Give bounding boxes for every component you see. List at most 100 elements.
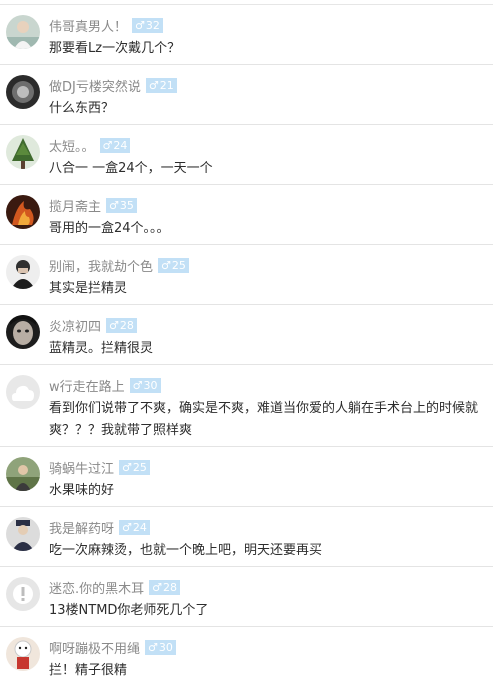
- age-label: 32: [145, 19, 160, 32]
- comment-text: 13楼NTMD你老师死几个了: [49, 603, 209, 618]
- username-link[interactable]: w行走在路上: [49, 380, 125, 395]
- gender-age-badge: ♂25: [158, 258, 189, 273]
- username-link[interactable]: 伟哥真男人！: [49, 20, 127, 35]
- comment-text: 吃一次麻辣烫，也就一个晚上吧，明天还要再买: [49, 543, 323, 558]
- comment-text: 看到你们说带了不爽，确实是不爽，难道当你爱的人躺在手术台上的时候就爽？？？我就带…: [49, 401, 479, 438]
- avatar[interactable]: [6, 255, 40, 289]
- male-icon: ♂: [122, 461, 132, 474]
- username-link[interactable]: 啊呀蹦极不用绳: [49, 642, 140, 657]
- avatar[interactable]: [6, 637, 40, 671]
- male-icon: ♂: [161, 259, 171, 272]
- avatar[interactable]: [6, 75, 40, 109]
- age-label: 24: [113, 139, 128, 152]
- tree-photo-icon: [6, 135, 40, 169]
- username-link[interactable]: 迷恋.你的黑木耳: [49, 582, 144, 597]
- age-label: 24: [132, 521, 147, 534]
- male-icon: ♂: [122, 521, 132, 534]
- comment-text: 其实是拦精灵: [49, 281, 128, 296]
- comment-header: 骑蜗牛过江 ♂25: [49, 457, 150, 477]
- username-link[interactable]: 做DJ亏楼突然说: [49, 80, 141, 95]
- face-photo-icon: [6, 315, 40, 349]
- male-icon: ♂: [148, 641, 158, 654]
- warning-avatar-icon: [6, 577, 40, 611]
- male-icon: ♂: [135, 19, 145, 32]
- person-photo-icon: [6, 15, 40, 49]
- avatar[interactable]: [6, 135, 40, 169]
- avatar[interactable]: [6, 315, 40, 349]
- figure-photo-icon: [6, 637, 40, 671]
- comment-item: 太短。。 ♂24 八合一 一盒24个，一天一个: [0, 125, 493, 185]
- comment-text: 八合一 一盒24个，一天一个: [49, 161, 213, 176]
- male-icon: ♂: [109, 319, 119, 332]
- avatar[interactable]: [6, 517, 40, 551]
- comment-text: 蓝精灵。拦精很灵: [49, 341, 154, 356]
- person-photo-icon: [6, 255, 40, 289]
- avatar[interactable]: [6, 15, 40, 49]
- comment-item: 揽月斋主 ♂35 哥用的一盒24个。。。: [0, 185, 493, 245]
- comment-header: w行走在路上 ♂30: [49, 375, 161, 395]
- comment-item: 我是解药呀 ♂24 吃一次麻辣烫，也就一个晚上吧，明天还要再买: [0, 507, 493, 567]
- comment-item: 迷恋.你的黑木耳 ♂28 13楼NTMD你老师死几个了: [0, 567, 493, 627]
- comment-item: 别闹，我就劫个色 ♂25 其实是拦精灵: [0, 245, 493, 305]
- comment-item: 伟哥真男人！ ♂32 那要看Lz一次戴几个？: [0, 5, 493, 65]
- comment-feed: 伟哥真男人！ ♂32 那要看Lz一次戴几个？ 做DJ亏楼突然说 ♂21 什么东西？: [0, 0, 493, 678]
- male-icon: ♂: [152, 581, 163, 594]
- age-label: 28: [119, 319, 134, 332]
- comment-header: 伟哥真男人！ ♂32: [49, 15, 163, 35]
- age-label: 25: [171, 259, 186, 272]
- gender-age-badge: ♂28: [106, 318, 137, 333]
- gender-age-badge: ♂25: [119, 460, 150, 475]
- age-label: 28: [163, 581, 178, 594]
- gender-age-badge: ♂21: [145, 78, 177, 93]
- male-icon: ♂: [148, 79, 159, 92]
- gender-age-badge: ♂32: [132, 18, 163, 33]
- username-link[interactable]: 别闹，我就劫个色: [49, 260, 153, 275]
- gender-age-badge: ♂30: [129, 378, 161, 393]
- comment-text: 水果味的好: [49, 483, 115, 498]
- avatar[interactable]: [6, 577, 40, 611]
- default-avatar-icon: [6, 375, 40, 409]
- comment-item: w行走在路上 ♂30 看到你们说带了不爽，确实是不爽，难道当你爱的人躺在手术台上的…: [0, 365, 493, 447]
- comment-item: 做DJ亏楼突然说 ♂21 什么东西？: [0, 65, 493, 125]
- comment-text: 哥用的一盒24个。。。: [49, 221, 170, 236]
- age-label: 25: [132, 461, 147, 474]
- username-link[interactable]: 骑蜗牛过江: [49, 462, 114, 477]
- avatar[interactable]: [6, 375, 40, 409]
- comment-header: 炎凉初四 ♂28: [49, 315, 137, 335]
- username-link[interactable]: 炎凉初四: [49, 320, 101, 335]
- person-photo-icon: [6, 517, 40, 551]
- age-label: 30: [143, 379, 158, 392]
- gender-age-badge: ♂24: [119, 520, 150, 535]
- username-link[interactable]: 我是解药呀: [49, 522, 114, 537]
- age-label: 21: [159, 79, 174, 92]
- avatar[interactable]: [6, 457, 40, 491]
- username-link[interactable]: 太短。。: [49, 140, 95, 155]
- male-icon: ♂: [102, 139, 113, 152]
- comment-text: 拦！精子很精: [49, 663, 128, 678]
- comment-text: 什么东西？: [49, 101, 115, 116]
- comment-text: 那要看Lz一次戴几个？: [49, 41, 181, 56]
- gender-age-badge: ♂24: [99, 138, 131, 153]
- comment-item: 啊呀蹦极不用绳 ♂30 拦！精子很精: [0, 627, 493, 678]
- comment-item: 骑蜗牛过江 ♂25 水果味的好: [0, 447, 493, 507]
- comment-header: 别闹，我就劫个色 ♂25: [49, 255, 189, 275]
- comment-header: 我是解药呀 ♂24: [49, 517, 150, 537]
- username-link[interactable]: 揽月斋主: [49, 200, 101, 215]
- gender-age-badge: ♂35: [106, 198, 137, 213]
- comment-header: 迷恋.你的黑木耳 ♂28: [49, 577, 181, 597]
- comment-item: 炎凉初四 ♂28 蓝精灵。拦精很灵: [0, 305, 493, 365]
- comment-header: 揽月斋主 ♂35: [49, 195, 137, 215]
- male-icon: ♂: [132, 379, 143, 392]
- person-photo-icon: [6, 75, 40, 109]
- avatar[interactable]: [6, 195, 40, 229]
- gender-age-badge: ♂28: [149, 580, 181, 595]
- person-photo-icon: [6, 457, 40, 491]
- fire-photo-icon: [6, 195, 40, 229]
- male-icon: ♂: [109, 199, 119, 212]
- comment-header: 啊呀蹦极不用绳 ♂30: [49, 637, 176, 657]
- gender-age-badge: ♂30: [145, 640, 176, 655]
- comment-header: 做DJ亏楼突然说 ♂21: [49, 75, 177, 95]
- age-label: 30: [158, 641, 173, 654]
- comment-header: 太短。。 ♂24: [49, 135, 131, 155]
- age-label: 35: [119, 199, 134, 212]
